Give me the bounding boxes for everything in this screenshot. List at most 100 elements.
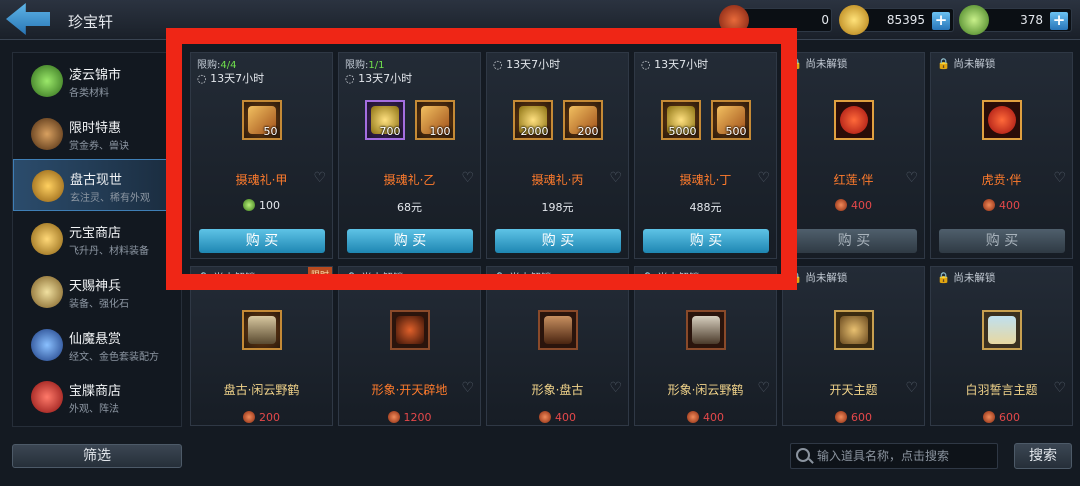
search-icon [796, 448, 810, 462]
item-slot[interactable]: 5000 [660, 100, 701, 140]
shop-card-honglian[interactable]: 🔒 尚未解锁 红莲·伴 ♡ 400 购 买 [782, 52, 925, 259]
item-slot[interactable]: 100 [414, 100, 455, 140]
item-slot[interactable]: 50 [241, 100, 282, 140]
shop-card-shehun-bing[interactable]: ◌ 13天7小时 2000 200 摄魂礼·丙 ♡ 198元 购 买 [486, 52, 629, 259]
buy-button[interactable]: 购 买 [791, 229, 917, 253]
shop-card-shehun-yi[interactable]: 限购:1/1 ◌ 13天7小时 700 100 摄魂礼·乙 ♡ 68元 购 买 [338, 52, 481, 259]
sidebar-item-yuanbao-shop[interactable]: 元宝商店 飞升丹、材料装备 [13, 213, 181, 265]
add-gold-button[interactable]: + [932, 12, 950, 30]
sidebar-item-baodie-shop[interactable]: 宝牒商店 外观、阵法 [13, 371, 181, 423]
theme-landscape-icon [839, 316, 868, 344]
item-name: 盘古·闲云野鹤 [223, 383, 300, 397]
red-fan-icon [835, 411, 847, 423]
item-slot[interactable] [981, 310, 1022, 350]
item-slot[interactable] [537, 310, 578, 350]
shop-card-huben[interactable]: 🔒 尚未解锁 虎贲·伴 ♡ 400 购 买 [930, 52, 1073, 259]
sidebar-item-weapons[interactable]: 天赐神兵 装备、强化石 [13, 266, 181, 318]
weapon-icon [31, 276, 63, 308]
item-slot[interactable] [981, 100, 1022, 140]
favorite-heart-icon[interactable]: ♡ [757, 380, 770, 396]
buy-button[interactable]: 购 买 [495, 229, 621, 253]
lock-status: 🔒 尚未解锁 [937, 272, 996, 284]
item-price: 488元 [689, 201, 722, 214]
red-lotus-icon [839, 106, 868, 134]
shop-card-xingxiang-pangu[interactable]: 🔒 尚未解锁 形象·盘古 ♡ 400 [486, 266, 629, 426]
item-name: 白羽誓言主题 [965, 383, 1038, 397]
item-slot[interactable] [833, 100, 874, 140]
hexagon-gem-icon [31, 329, 63, 361]
item-price: 198元 [541, 201, 574, 214]
buy-button[interactable]: 购 买 [199, 229, 325, 253]
item-slot[interactable] [241, 310, 282, 350]
red-packet-icon [31, 381, 63, 413]
favorite-heart-icon[interactable]: ♡ [461, 380, 474, 396]
jade-currency-display: 378 + [959, 5, 1072, 35]
buy-button[interactable]: 购 买 [643, 229, 769, 253]
item-slot[interactable]: 200 [562, 100, 603, 140]
character-portrait-icon [395, 316, 424, 344]
buy-button[interactable]: 购 买 [939, 229, 1065, 253]
search-input[interactable] [790, 443, 998, 469]
red-fan-icon [983, 199, 995, 211]
shop-card-kaitian-pidi[interactable]: 🔒 尚未解锁 形象·开天辟地 ♡ 1200 [338, 266, 481, 426]
shop-card-shehun-ding[interactable]: ◌ 13天7小时 5000 500 摄魂礼·丁 ♡ 488元 购 买 [634, 52, 777, 259]
sidebar-item-bounty[interactable]: 仙魔悬赏 经文、金色套装配方 [13, 319, 181, 371]
sidebar-item-limited-offer[interactable]: 限时特惠 赏金券、兽诀 [13, 108, 181, 160]
favorite-heart-icon[interactable]: ♡ [461, 170, 474, 186]
theme-sky-icon [987, 316, 1016, 344]
sidebar-item-lingyun[interactable]: 凌云锦市 各类材料 [13, 55, 181, 107]
favorite-heart-icon[interactable]: ♡ [757, 170, 770, 186]
item-name: 虎贲·伴 [981, 173, 1022, 187]
item-slot[interactable]: 500 [710, 100, 751, 140]
shop-card-pangu-xianyun[interactable]: 🔒 尚未解锁 限时 盘古·闲云野鹤 200 [190, 266, 333, 426]
gold-currency-display: 85395 + [839, 5, 954, 35]
shop-card-shehun-jia[interactable]: 限购:4/4 ◌ 13天7小时 50 摄魂礼·甲 ♡ 100 购 买 [190, 52, 333, 259]
item-name: 红莲·伴 [833, 173, 874, 187]
bell-icon [32, 170, 64, 202]
item-price: 68元 [397, 201, 422, 214]
item-price: 100 [191, 199, 332, 212]
item-name: 摄魂礼·甲 [235, 173, 288, 187]
item-name: 形象·闲云野鹤 [667, 383, 744, 397]
item-price: 400 [487, 411, 628, 424]
page-title: 珍宝轩 [68, 13, 114, 31]
favorite-heart-icon[interactable]: ♡ [1053, 170, 1066, 186]
item-slot[interactable] [833, 310, 874, 350]
tiger-emblem-icon [987, 106, 1016, 134]
red-fan-icon [539, 411, 551, 423]
shop-card-baiyu-theme[interactable]: 🔒 尚未解锁 白羽誓言主题 ♡ 600 [930, 266, 1073, 426]
item-slot[interactable] [685, 310, 726, 350]
filter-button[interactable]: 筛选 [12, 444, 182, 468]
timer: ◌ 13天7小时 [493, 58, 561, 71]
lock-status: 🔒 尚未解锁 [493, 272, 552, 284]
buy-button[interactable]: 购 买 [347, 229, 473, 253]
shop-card-xingxiang-xianyun[interactable]: 🔒 尚未解锁 形象·闲云野鹤 ♡ 400 [634, 266, 777, 426]
add-jade-button[interactable]: + [1050, 12, 1068, 30]
character-portrait-icon [691, 316, 720, 344]
search-button[interactable]: 搜索 [1014, 443, 1072, 469]
item-name: 开天主题 [829, 383, 878, 397]
favorite-heart-icon[interactable]: ♡ [313, 170, 326, 186]
favorite-heart-icon[interactable]: ♡ [905, 170, 918, 186]
favorite-heart-icon[interactable]: ♡ [609, 170, 622, 186]
item-price: 400 [931, 199, 1072, 212]
category-sidebar: 凌云锦市 各类材料 限时特惠 赏金券、兽诀 盘古现世 玄注灵、稀有外观 元宝商店… [12, 52, 182, 427]
item-price: 400 [783, 199, 924, 212]
shop-card-kaitian-theme[interactable]: 🔒 尚未解锁 开天主题 ♡ 600 [782, 266, 925, 426]
item-name: 摄魂礼·丁 [679, 173, 732, 187]
item-slot[interactable] [389, 310, 430, 350]
red-fan-icon [835, 199, 847, 211]
sidebar-item-pangu[interactable]: 盘古现世 玄注灵、稀有外观 [13, 159, 181, 211]
favorite-heart-icon[interactable]: ♡ [609, 380, 622, 396]
item-slot[interactable]: 700 [364, 100, 405, 140]
item-slot[interactable]: 2000 [512, 100, 553, 140]
favorite-heart-icon[interactable]: ♡ [905, 380, 918, 396]
favorite-heart-icon[interactable]: ♡ [1053, 380, 1066, 396]
item-price: 200 [191, 411, 332, 424]
back-arrow-icon[interactable] [6, 3, 50, 35]
item-name: 摄魂礼·乙 [383, 173, 436, 187]
red-fan-icon [687, 411, 699, 423]
item-price: 600 [931, 411, 1072, 424]
red-fan-icon [243, 411, 255, 423]
lock-status: 🔒 尚未解锁 [345, 272, 404, 284]
